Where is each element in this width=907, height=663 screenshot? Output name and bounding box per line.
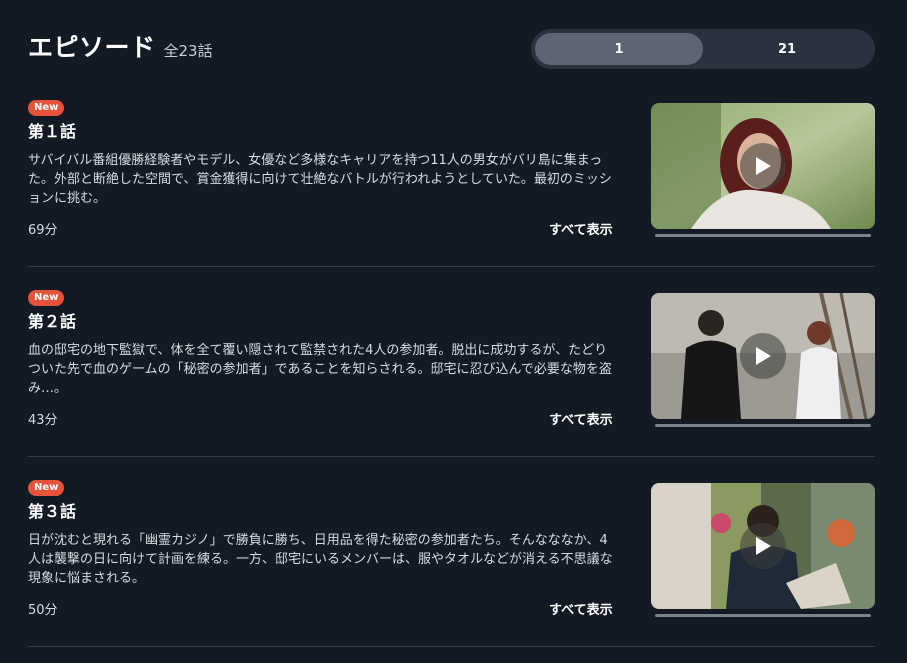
new-badge: New <box>28 480 65 496</box>
episode-title: 第２話 <box>28 312 77 331</box>
divider <box>28 456 875 457</box>
divider <box>28 266 875 267</box>
page-title: エピソード <box>28 33 156 62</box>
episode-duration: 69分 <box>28 223 58 238</box>
show-all-link[interactable]: すべて表示 <box>549 219 613 238</box>
episode-header: エピソード 全23話 <box>28 28 213 64</box>
episode-description: 血の邸宅の地下監獄で、体を全て覆い隠されて監禁された4人の参加者。脱出に成功する… <box>28 343 612 396</box>
page-button-1[interactable]: 1 <box>535 33 703 65</box>
episode-item-3: New 第３話 日が沈むと現れる「幽霊カジノ」で勝負に勝ち、日用品を得た秘密の参… <box>28 480 875 663</box>
episode-title: 第３話 <box>28 502 77 521</box>
page-selector: 1 21 <box>531 29 875 69</box>
play-icon[interactable] <box>740 143 786 189</box>
episode-duration: 43分 <box>28 413 58 428</box>
play-icon[interactable] <box>740 333 786 379</box>
divider <box>28 646 875 647</box>
page-button-21[interactable]: 21 <box>703 33 871 65</box>
episode-title: 第１話 <box>28 122 77 141</box>
show-all-link[interactable]: すべて表示 <box>549 409 613 428</box>
episode-thumbnail[interactable] <box>651 483 875 609</box>
episode-item-2: New 第２話 血の邸宅の地下監獄で、体を全て覆い隠されて監禁された4人の参加者… <box>28 290 875 480</box>
play-icon[interactable] <box>740 523 786 569</box>
episode-item-1: New 第１話 サバイバル番組優勝経験者やモデル、女優など多様なキャリアを持つ1… <box>28 100 875 290</box>
watch-progress-bar <box>655 614 871 617</box>
episode-count: 全23話 <box>163 42 213 60</box>
new-badge: New <box>28 290 65 306</box>
episode-thumbnail[interactable] <box>651 103 875 229</box>
show-all-link[interactable]: すべて表示 <box>549 599 613 618</box>
watch-progress-bar <box>655 424 871 427</box>
watch-progress-bar <box>655 234 871 237</box>
episode-description: サバイバル番組優勝経験者やモデル、女優など多様なキャリアを持つ11人の男女がバリ… <box>28 153 612 206</box>
new-badge: New <box>28 100 65 116</box>
episode-description: 日が沈むと現れる「幽霊カジノ」で勝負に勝ち、日用品を得た秘密の参加者たち。そんな… <box>28 533 613 586</box>
episode-thumbnail[interactable] <box>651 293 875 419</box>
episode-duration: 50分 <box>28 603 58 618</box>
